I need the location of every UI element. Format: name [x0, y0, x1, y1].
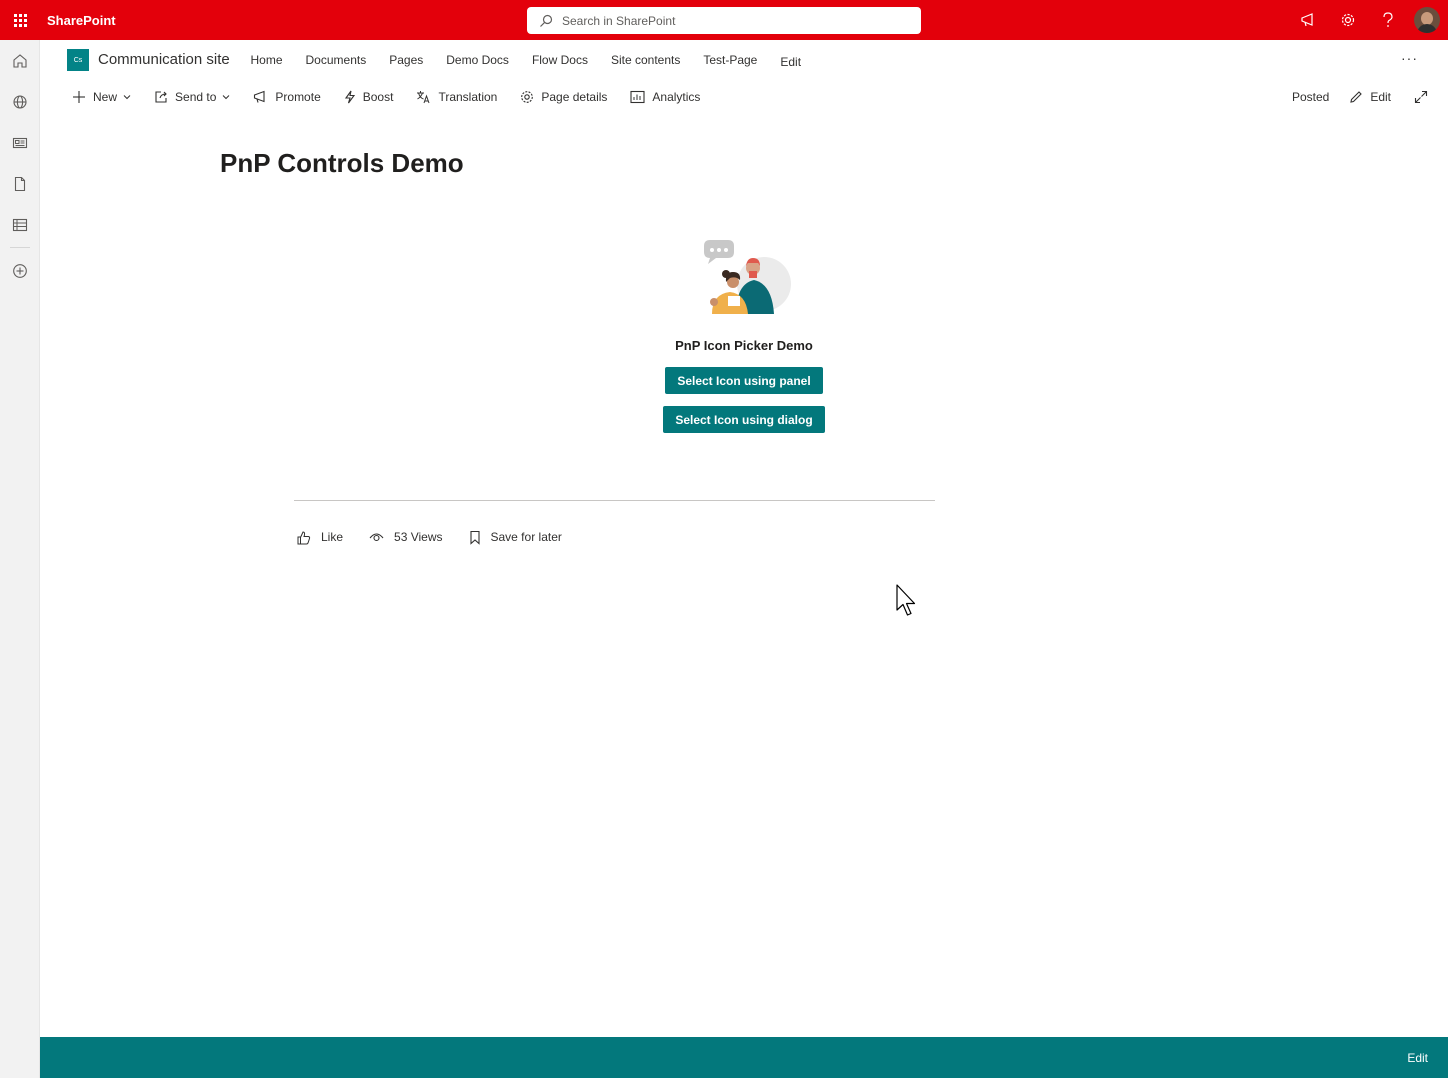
suite-bar: SharePoint Search in SharePoint [0, 0, 1448, 40]
promote-label: Promote [275, 90, 321, 104]
boost-button[interactable]: Boost [344, 90, 394, 104]
new-button[interactable]: New [72, 90, 131, 104]
like-label: Like [321, 530, 344, 544]
appbar-news[interactable] [0, 122, 40, 163]
bookmark-icon [469, 530, 480, 545]
eye-icon [369, 533, 384, 542]
page-footer-bar: Edit [40, 1037, 1448, 1078]
site-navigation: Home Documents Pages Demo Docs Flow Docs… [239, 40, 813, 80]
chevron-down-icon [223, 95, 230, 100]
nav-documents[interactable]: Documents [306, 53, 367, 67]
new-label: New [93, 90, 118, 104]
content-divider [294, 500, 935, 501]
save-label: Save for later [490, 530, 562, 544]
announcement-button[interactable] [1288, 0, 1328, 40]
list-icon [12, 218, 28, 231]
nav-pages[interactable]: Pages [389, 53, 423, 67]
search-icon [540, 14, 553, 27]
like-button[interactable]: Like [296, 530, 343, 545]
expand-icon[interactable] [1414, 90, 1428, 104]
site-header: Cs Communication site Home Documents Pag… [40, 40, 1448, 80]
boost-label: Boost [362, 90, 394, 104]
posted-status: Posted [1291, 90, 1330, 104]
promote-button[interactable]: Promote [253, 90, 321, 104]
chat-people-illustration [704, 240, 791, 314]
app-launcher-button[interactable] [0, 0, 40, 40]
home-icon [13, 53, 27, 68]
thumbs-up-icon [297, 530, 311, 544]
help-button[interactable] [1368, 0, 1408, 40]
nav-site-contents[interactable]: Site contents [611, 53, 680, 67]
page-details-label: Page details [541, 90, 608, 104]
translation-button[interactable]: Translation [416, 90, 497, 104]
appbar-divider [10, 247, 30, 248]
plus-icon [73, 91, 85, 103]
site-title[interactable]: Communication site [98, 51, 230, 68]
sharepoint-brand-link[interactable]: SharePoint [47, 13, 116, 28]
appbar-sites[interactable] [0, 81, 40, 122]
megaphone-icon [1301, 13, 1313, 27]
page-title: PnP Controls Demo [220, 148, 464, 178]
save-for-later-button[interactable]: Save for later [469, 530, 562, 545]
send-to-button[interactable]: Send to [154, 90, 230, 104]
translation-label: Translation [438, 90, 498, 104]
gear-icon [1341, 13, 1355, 27]
webpart-title: PnP Icon Picker Demo [675, 338, 813, 353]
chevron-down-icon [123, 95, 131, 100]
lightning-icon [344, 90, 355, 104]
page-details-button[interactable]: Page details [520, 90, 607, 104]
nav-test-page[interactable]: Test-Page [703, 53, 757, 67]
site-logo[interactable]: Cs [67, 49, 89, 71]
analytics-button[interactable]: Analytics [630, 90, 700, 104]
nav-demo-docs[interactable]: Demo Docs [446, 53, 509, 67]
command-bar: New Send to Promote Boost Translation Pa… [40, 80, 1448, 114]
analytics-label: Analytics [652, 90, 701, 104]
megaphone-icon [254, 90, 265, 103]
waffle-icon [13, 13, 27, 27]
settings-button[interactable] [1328, 0, 1368, 40]
search-box[interactable]: Search in SharePoint [527, 7, 921, 34]
footer-edit-link[interactable]: Edit [1407, 1051, 1428, 1065]
search-placeholder: Search in SharePoint [562, 13, 676, 28]
nav-edit-link[interactable]: Edit [780, 55, 801, 69]
file-icon [14, 176, 26, 191]
share-icon [155, 91, 167, 103]
select-icon-dialog-button[interactable]: Select Icon using dialog [663, 406, 825, 433]
help-icon [1383, 12, 1393, 27]
edit-label: Edit [1370, 90, 1391, 104]
select-icon-panel-button[interactable]: Select Icon using panel [665, 367, 823, 394]
more-options-button[interactable]: ··· [1401, 50, 1418, 66]
social-bar: Like 53 Views Save for later [296, 528, 588, 546]
news-icon [12, 137, 28, 148]
globe-icon [13, 94, 27, 109]
views-count: 53 Views [369, 530, 443, 544]
add-circle-icon [13, 263, 27, 278]
nav-home[interactable]: Home [251, 53, 283, 67]
appbar-home[interactable] [0, 40, 40, 81]
appbar-lists[interactable] [0, 204, 40, 245]
analytics-icon [630, 90, 645, 104]
mouse-pointer-icon [896, 584, 916, 616]
user-avatar[interactable] [1414, 7, 1440, 33]
appbar-files[interactable] [0, 163, 40, 204]
send-to-label: Send to [175, 90, 217, 104]
appbar-create[interactable] [0, 250, 40, 291]
app-bar [0, 40, 40, 1078]
pencil-icon [1350, 91, 1363, 103]
translate-icon [417, 91, 430, 104]
edit-page-button[interactable]: Edit [1349, 90, 1391, 104]
nav-flow-docs[interactable]: Flow Docs [532, 53, 588, 67]
gear-icon [521, 91, 534, 103]
views-label: 53 Views [394, 530, 443, 544]
